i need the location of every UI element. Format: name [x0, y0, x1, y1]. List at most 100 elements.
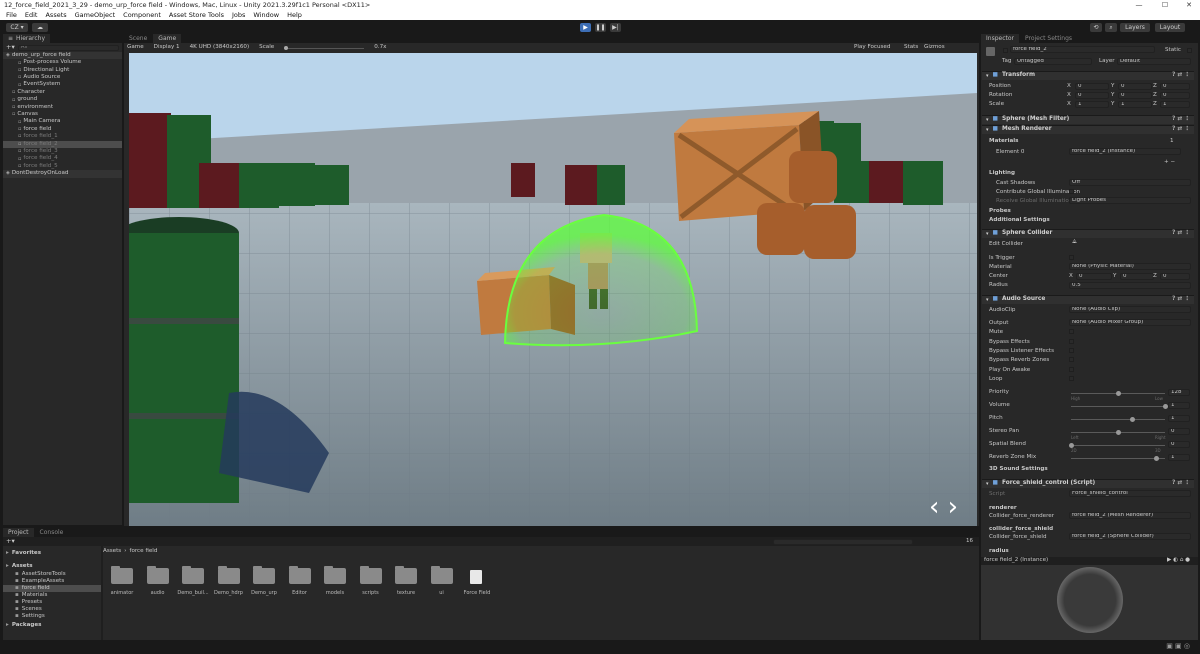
cast-shadows-dropdown[interactable]: Off: [1069, 179, 1191, 186]
bypass-listener-checkbox[interactable]: [1069, 348, 1074, 353]
menu-item[interactable]: File: [6, 12, 17, 19]
hierarchy-item[interactable]: ▫ force field: [3, 126, 122, 133]
script-header[interactable]: ▾ ■ Force_shield_control (Script) ? ⇄ ⋮: [982, 479, 1194, 488]
layout-dropdown[interactable]: Layout: [1155, 23, 1185, 32]
folder-icon[interactable]: [324, 566, 346, 584]
transform-header[interactable]: ▾ ■ Transform ? ⇄ ⋮: [982, 71, 1194, 80]
position-x-field[interactable]: 0: [1075, 83, 1109, 90]
menu-item[interactable]: Window: [253, 12, 279, 19]
hierarchy-item[interactable]: ▫ environment: [3, 104, 122, 111]
foldout-icon[interactable]: ▾: [986, 231, 989, 237]
hierarchy-item[interactable]: ▫ EventSystem: [3, 82, 122, 89]
game-viewport[interactable]: ‹ ›: [129, 53, 977, 526]
maximize-icon[interactable]: ☐: [1154, 0, 1176, 10]
project-tree-item[interactable]: ▪ Presets: [3, 599, 101, 606]
3d-sound-settings-foldout[interactable]: 3D Sound Settings: [989, 466, 1048, 473]
preview-play-icon[interactable]: ▶ ◐ ⌂ ●: [1167, 558, 1190, 564]
hierarchy-item[interactable]: ▫ ground: [3, 96, 122, 103]
tab-hierarchy[interactable]: ≡ Hierarchy: [3, 34, 51, 43]
tab-inspector[interactable]: Inspector: [981, 34, 1019, 43]
center-y-field[interactable]: 0: [1120, 273, 1154, 280]
bypass-effects-checkbox[interactable]: [1069, 339, 1074, 344]
receive-gi-dropdown[interactable]: Light Probes: [1069, 197, 1191, 204]
tab-project-settings[interactable]: Project Settings: [1020, 34, 1078, 43]
search-icon[interactable]: ⌕: [1105, 23, 1117, 32]
bypass-reverb-checkbox[interactable]: [1069, 357, 1074, 362]
scale-y-field[interactable]: 1: [1118, 101, 1152, 108]
hierarchy-item[interactable]: ▫ force field_2: [3, 140, 122, 149]
reverb-zone-mix-slider-knob[interactable]: [1153, 456, 1159, 461]
element0-field[interactable]: force field_2 (Instance): [1069, 148, 1181, 155]
mute-checkbox[interactable]: [1069, 329, 1074, 334]
collider-force-shield-field[interactable]: force field_2 (Sphere Collider): [1069, 533, 1191, 540]
folder-icon[interactable]: [359, 566, 382, 584]
hierarchy-item[interactable]: ▫ Canvas: [3, 111, 122, 118]
add-icon[interactable]: +▾: [6, 44, 15, 51]
component-menu-icon[interactable]: ? ⇄ ⋮: [1172, 296, 1190, 303]
gizmos-dropdown[interactable]: Gizmos: [924, 44, 945, 51]
hierarchy-item[interactable]: ▫ force field_4: [3, 155, 122, 162]
rotation-x-field[interactable]: 0: [1075, 92, 1109, 99]
play-button[interactable]: ▶: [580, 23, 591, 32]
menu-item[interactable]: Edit: [25, 12, 38, 19]
foldout-icon[interactable]: ▾: [986, 127, 989, 133]
scale-x-field[interactable]: 1: [1075, 101, 1109, 108]
shader-file-icon[interactable]: [470, 570, 482, 584]
component-menu-icon[interactable]: ? ⇄ ⋮: [1172, 230, 1190, 237]
hierarchy-item[interactable]: ▫ Audio Source: [3, 74, 122, 81]
spatial-blend-field[interactable]: 0: [1168, 441, 1190, 448]
menu-item[interactable]: GameObject: [75, 12, 116, 19]
layer-dropdown[interactable]: Default: [1117, 58, 1191, 65]
menu-item[interactable]: Jobs: [232, 12, 245, 19]
folder-icon[interactable]: [395, 566, 417, 584]
menu-item[interactable]: Help: [287, 12, 302, 19]
close-icon[interactable]: ✕: [1178, 0, 1200, 10]
folder-icon[interactable]: [146, 566, 169, 584]
project-tree-item[interactable]: ▪ Materials: [3, 592, 101, 599]
step-button[interactable]: ▶|: [610, 23, 621, 32]
minimize-icon[interactable]: —: [1128, 0, 1150, 10]
sphere-collider-header[interactable]: ▾ ■ Sphere Collider ? ⇄ ⋮: [982, 229, 1194, 238]
hierarchy-item[interactable]: ▫ Directional Light: [3, 67, 122, 74]
project-tree-item[interactable]: ▸ Favorites: [3, 550, 101, 557]
breadcrumb-force-field[interactable]: force field: [129, 549, 157, 555]
pitch-slider-track[interactable]: [1071, 419, 1165, 420]
hierarchy-item[interactable]: ▫ force field_3: [3, 148, 122, 155]
tab-scene[interactable]: Scene: [124, 34, 153, 43]
foldout-icon[interactable]: ▾: [986, 297, 989, 303]
component-menu-icon[interactable]: ? ⇄ ⋮: [1172, 116, 1190, 123]
edit-collider-icon[interactable]: ⟁: [1072, 239, 1077, 246]
priority-field[interactable]: 128: [1168, 389, 1190, 396]
display-dropdown[interactable]: Display 1: [154, 44, 180, 51]
collider-material-field[interactable]: None (Physic Material): [1069, 263, 1191, 270]
hierarchy-item[interactable]: ◈ DontDestroyOnLoad: [3, 170, 122, 178]
folder-icon[interactable]: [253, 566, 275, 584]
project-search-input[interactable]: [773, 538, 913, 545]
radius-field[interactable]: 0.5: [1069, 282, 1191, 289]
object-name-input[interactable]: force field_2: [1010, 46, 1155, 53]
folder-icon[interactable]: [111, 566, 133, 584]
project-tree-item[interactable]: ▸ Packages: [3, 622, 101, 629]
tab-game[interactable]: Game: [153, 34, 182, 43]
nav-arrows-icon[interactable]: ‹ ›: [929, 492, 958, 522]
priority-slider-knob[interactable]: [1116, 391, 1121, 396]
menu-item[interactable]: Assets: [45, 12, 66, 19]
stats-button[interactable]: Stats: [904, 44, 918, 51]
reverb-zone-mix-slider-track[interactable]: [1071, 458, 1165, 459]
tab-console[interactable]: Console: [34, 528, 69, 537]
component-menu-icon[interactable]: ? ⇄ ⋮: [1172, 72, 1190, 79]
project-tree-item[interactable]: ▸ Assets: [3, 563, 101, 570]
layers-dropdown[interactable]: Layers: [1120, 23, 1150, 32]
is-trigger-checkbox[interactable]: [1069, 255, 1074, 260]
center-x-field[interactable]: 0: [1076, 273, 1112, 280]
play-on-awake-checkbox[interactable]: [1069, 367, 1074, 372]
position-y-field[interactable]: 0: [1118, 83, 1152, 90]
stereo-pan-field[interactable]: 0: [1168, 428, 1190, 435]
scale-z-field[interactable]: 1: [1160, 101, 1190, 108]
tab-project[interactable]: Project: [3, 528, 34, 537]
lighting-foldout[interactable]: Lighting: [989, 170, 1015, 177]
hierarchy-item[interactable]: ▫ Main Camera: [3, 119, 122, 126]
hierarchy-search-input[interactable]: All: [17, 44, 119, 51]
audio-source-header[interactable]: ▾ ■ Audio Source ? ⇄ ⋮: [982, 295, 1194, 304]
history-icon[interactable]: ⟲: [1090, 23, 1102, 32]
